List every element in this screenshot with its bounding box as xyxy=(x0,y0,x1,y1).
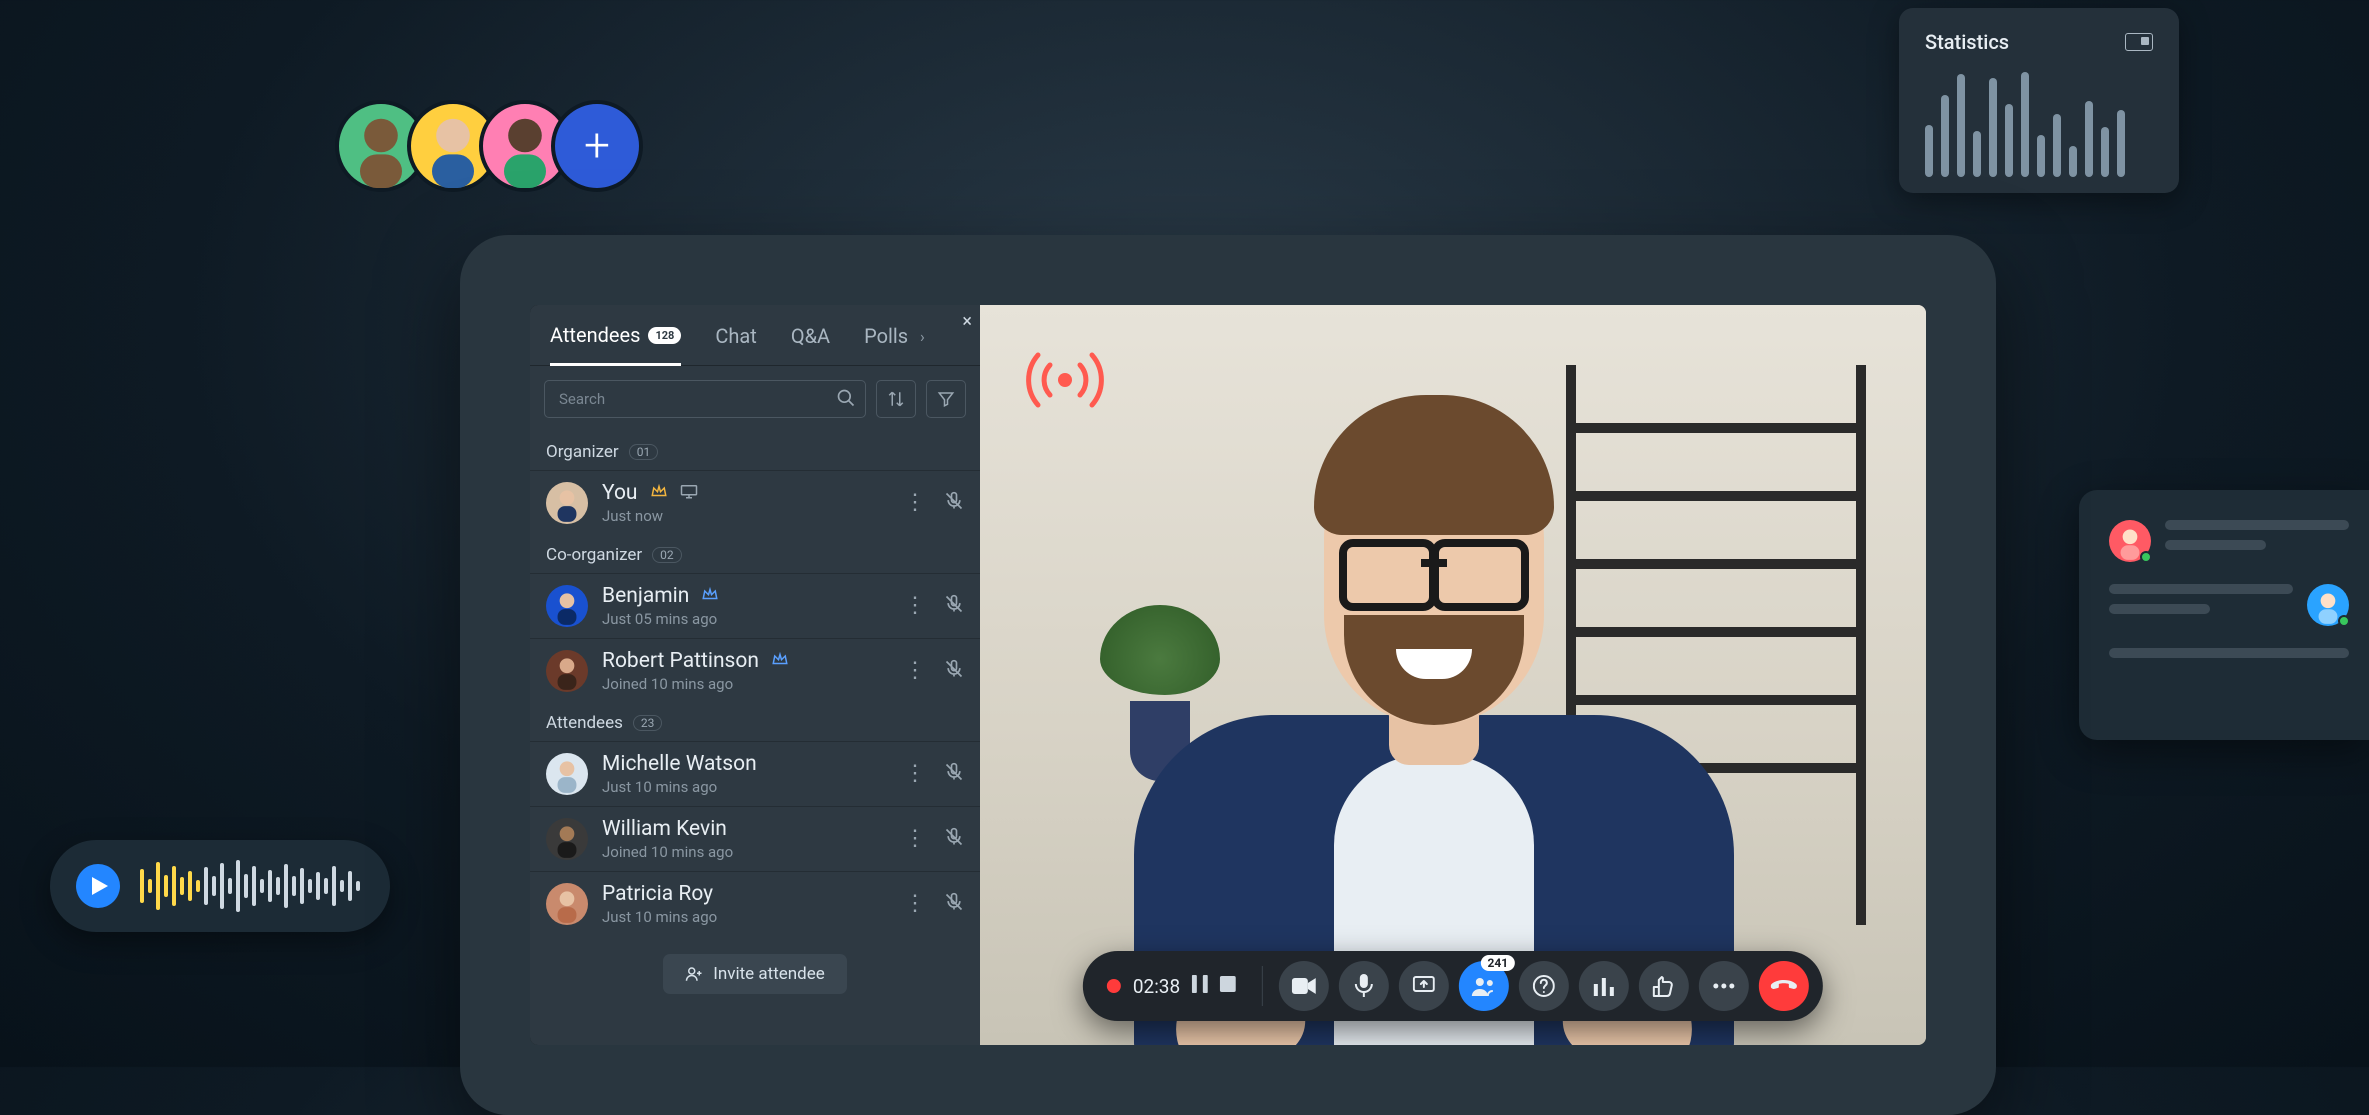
crown-icon xyxy=(650,483,668,503)
poll-button[interactable] xyxy=(1579,961,1629,1011)
person-name: You xyxy=(602,481,638,505)
tab-qa[interactable]: Q&A xyxy=(791,324,830,364)
crown-icon xyxy=(771,651,789,671)
section-organizer-count: 01 xyxy=(629,444,659,460)
avatar-cluster: + xyxy=(335,100,643,192)
mic-off-icon[interactable] xyxy=(944,762,964,786)
pause-button[interactable] xyxy=(1192,975,1208,997)
mic-off-icon[interactable] xyxy=(944,892,964,916)
invite-label: Invite attendee xyxy=(713,964,825,984)
add-participant-button[interactable]: + xyxy=(551,100,643,192)
control-bar: 02:38 xyxy=(1083,951,1823,1021)
search-icon[interactable] xyxy=(836,388,856,412)
statistics-bars xyxy=(1925,72,2153,177)
tab-attendees-label: Attendees xyxy=(550,323,640,347)
person-michelle[interactable]: Michelle Watson Just 10 mins ago ⋮ xyxy=(530,741,980,806)
section-attendees: Attendees 23 xyxy=(530,703,980,741)
person-you[interactable]: You Just now ⋮ xyxy=(530,470,980,535)
reactions-button[interactable] xyxy=(1639,961,1689,1011)
mic-off-icon[interactable] xyxy=(944,659,964,683)
activity-line xyxy=(2109,648,2349,658)
more-icon[interactable]: ⋮ xyxy=(904,595,926,617)
play-button[interactable] xyxy=(76,864,120,908)
meeting-window: × Attendees 128 Chat Q&A Polls › xyxy=(460,235,1996,1115)
crown-icon xyxy=(701,586,719,606)
person-name: William Kevin xyxy=(602,817,890,841)
section-attendees-count: 23 xyxy=(633,715,663,731)
tab-chat[interactable]: Chat xyxy=(715,324,756,364)
record-time: 02:38 xyxy=(1133,975,1180,998)
record-dot-icon xyxy=(1107,979,1121,993)
video-area: 02:38 xyxy=(980,305,1926,1045)
statistics-title: Statistics xyxy=(1925,30,2009,54)
person-sub: Joined 10 mins ago xyxy=(602,843,890,861)
person-sub: Just 10 mins ago xyxy=(602,778,890,796)
more-options-button[interactable] xyxy=(1699,961,1749,1011)
section-organizer: Organizer 01 xyxy=(530,432,980,470)
presenter-icon xyxy=(680,483,698,503)
mic-toggle-button[interactable] xyxy=(1339,961,1389,1011)
chart-icon xyxy=(2125,33,2153,51)
avatar xyxy=(546,883,588,925)
avatar xyxy=(546,650,588,692)
share-screen-button[interactable] xyxy=(1399,961,1449,1011)
recording-indicator: 02:38 xyxy=(1097,975,1246,998)
broadcast-icon xyxy=(1020,345,1110,419)
tab-attendees[interactable]: Attendees 128 xyxy=(550,323,681,366)
activity-avatar-2 xyxy=(2307,584,2349,626)
avatar xyxy=(546,585,588,627)
more-icon[interactable]: ⋮ xyxy=(904,893,926,915)
section-organizer-label: Organizer xyxy=(546,442,619,462)
statistics-card[interactable]: Statistics xyxy=(1899,8,2179,193)
person-name: Robert Pattinson xyxy=(602,649,759,673)
avatar xyxy=(546,482,588,524)
more-icon[interactable]: ⋮ xyxy=(904,660,926,682)
chevron-right-icon[interactable]: › xyxy=(920,327,925,362)
person-sub: Just 10 mins ago xyxy=(602,908,890,926)
participant-count: 241 xyxy=(1481,955,1516,971)
sort-button[interactable] xyxy=(876,380,916,418)
activity-avatar-1 xyxy=(2109,520,2151,562)
person-name: Michelle Watson xyxy=(602,752,890,776)
audio-player xyxy=(50,840,390,932)
attendees-badge: 128 xyxy=(648,327,681,344)
end-call-button[interactable] xyxy=(1759,961,1809,1011)
mic-off-icon[interactable] xyxy=(944,827,964,851)
search-input[interactable] xyxy=(544,380,866,418)
mic-off-icon[interactable] xyxy=(944,491,964,515)
person-name: Benjamin xyxy=(602,584,689,608)
section-coorganizer-label: Co-organizer xyxy=(546,545,642,565)
mic-off-icon[interactable] xyxy=(944,594,964,618)
person-william[interactable]: William Kevin Joined 10 mins ago ⋮ xyxy=(530,806,980,871)
section-coorganizer: Co-organizer 02 xyxy=(530,535,980,573)
person-sub: Just 05 mins ago xyxy=(602,610,890,628)
invite-attendee-button[interactable]: Invite attendee xyxy=(663,954,847,994)
tab-polls[interactable]: Polls xyxy=(864,324,908,364)
video-toggle-button[interactable] xyxy=(1279,961,1329,1011)
person-benjamin[interactable]: Benjamin Just 05 mins ago ⋮ xyxy=(530,573,980,638)
audio-waveform xyxy=(140,858,360,914)
more-icon[interactable]: ⋮ xyxy=(904,763,926,785)
person-name: Patricia Roy xyxy=(602,882,890,906)
more-icon[interactable]: ⋮ xyxy=(904,828,926,850)
stop-button[interactable] xyxy=(1220,976,1236,996)
section-coorganizer-count: 02 xyxy=(652,547,682,563)
video-scene xyxy=(980,305,1926,1045)
filter-button[interactable] xyxy=(926,380,966,418)
person-robert[interactable]: Robert Pattinson Joined 10 mins ago ⋮ xyxy=(530,638,980,703)
person-patricia[interactable]: Patricia Roy Just 10 mins ago ⋮ xyxy=(530,871,980,936)
attendees-panel: × Attendees 128 Chat Q&A Polls › xyxy=(530,305,980,1045)
participants-button[interactable]: 241 xyxy=(1459,961,1509,1011)
avatar xyxy=(546,818,588,860)
panel-tabs: Attendees 128 Chat Q&A Polls › xyxy=(530,305,980,366)
section-attendees-label: Attendees xyxy=(546,713,623,733)
person-sub: Just now xyxy=(602,507,890,525)
avatar xyxy=(546,753,588,795)
help-button[interactable] xyxy=(1519,961,1569,1011)
person-sub: Joined 10 mins ago xyxy=(602,675,890,693)
activity-card xyxy=(2079,490,2369,740)
more-icon[interactable]: ⋮ xyxy=(904,492,926,514)
